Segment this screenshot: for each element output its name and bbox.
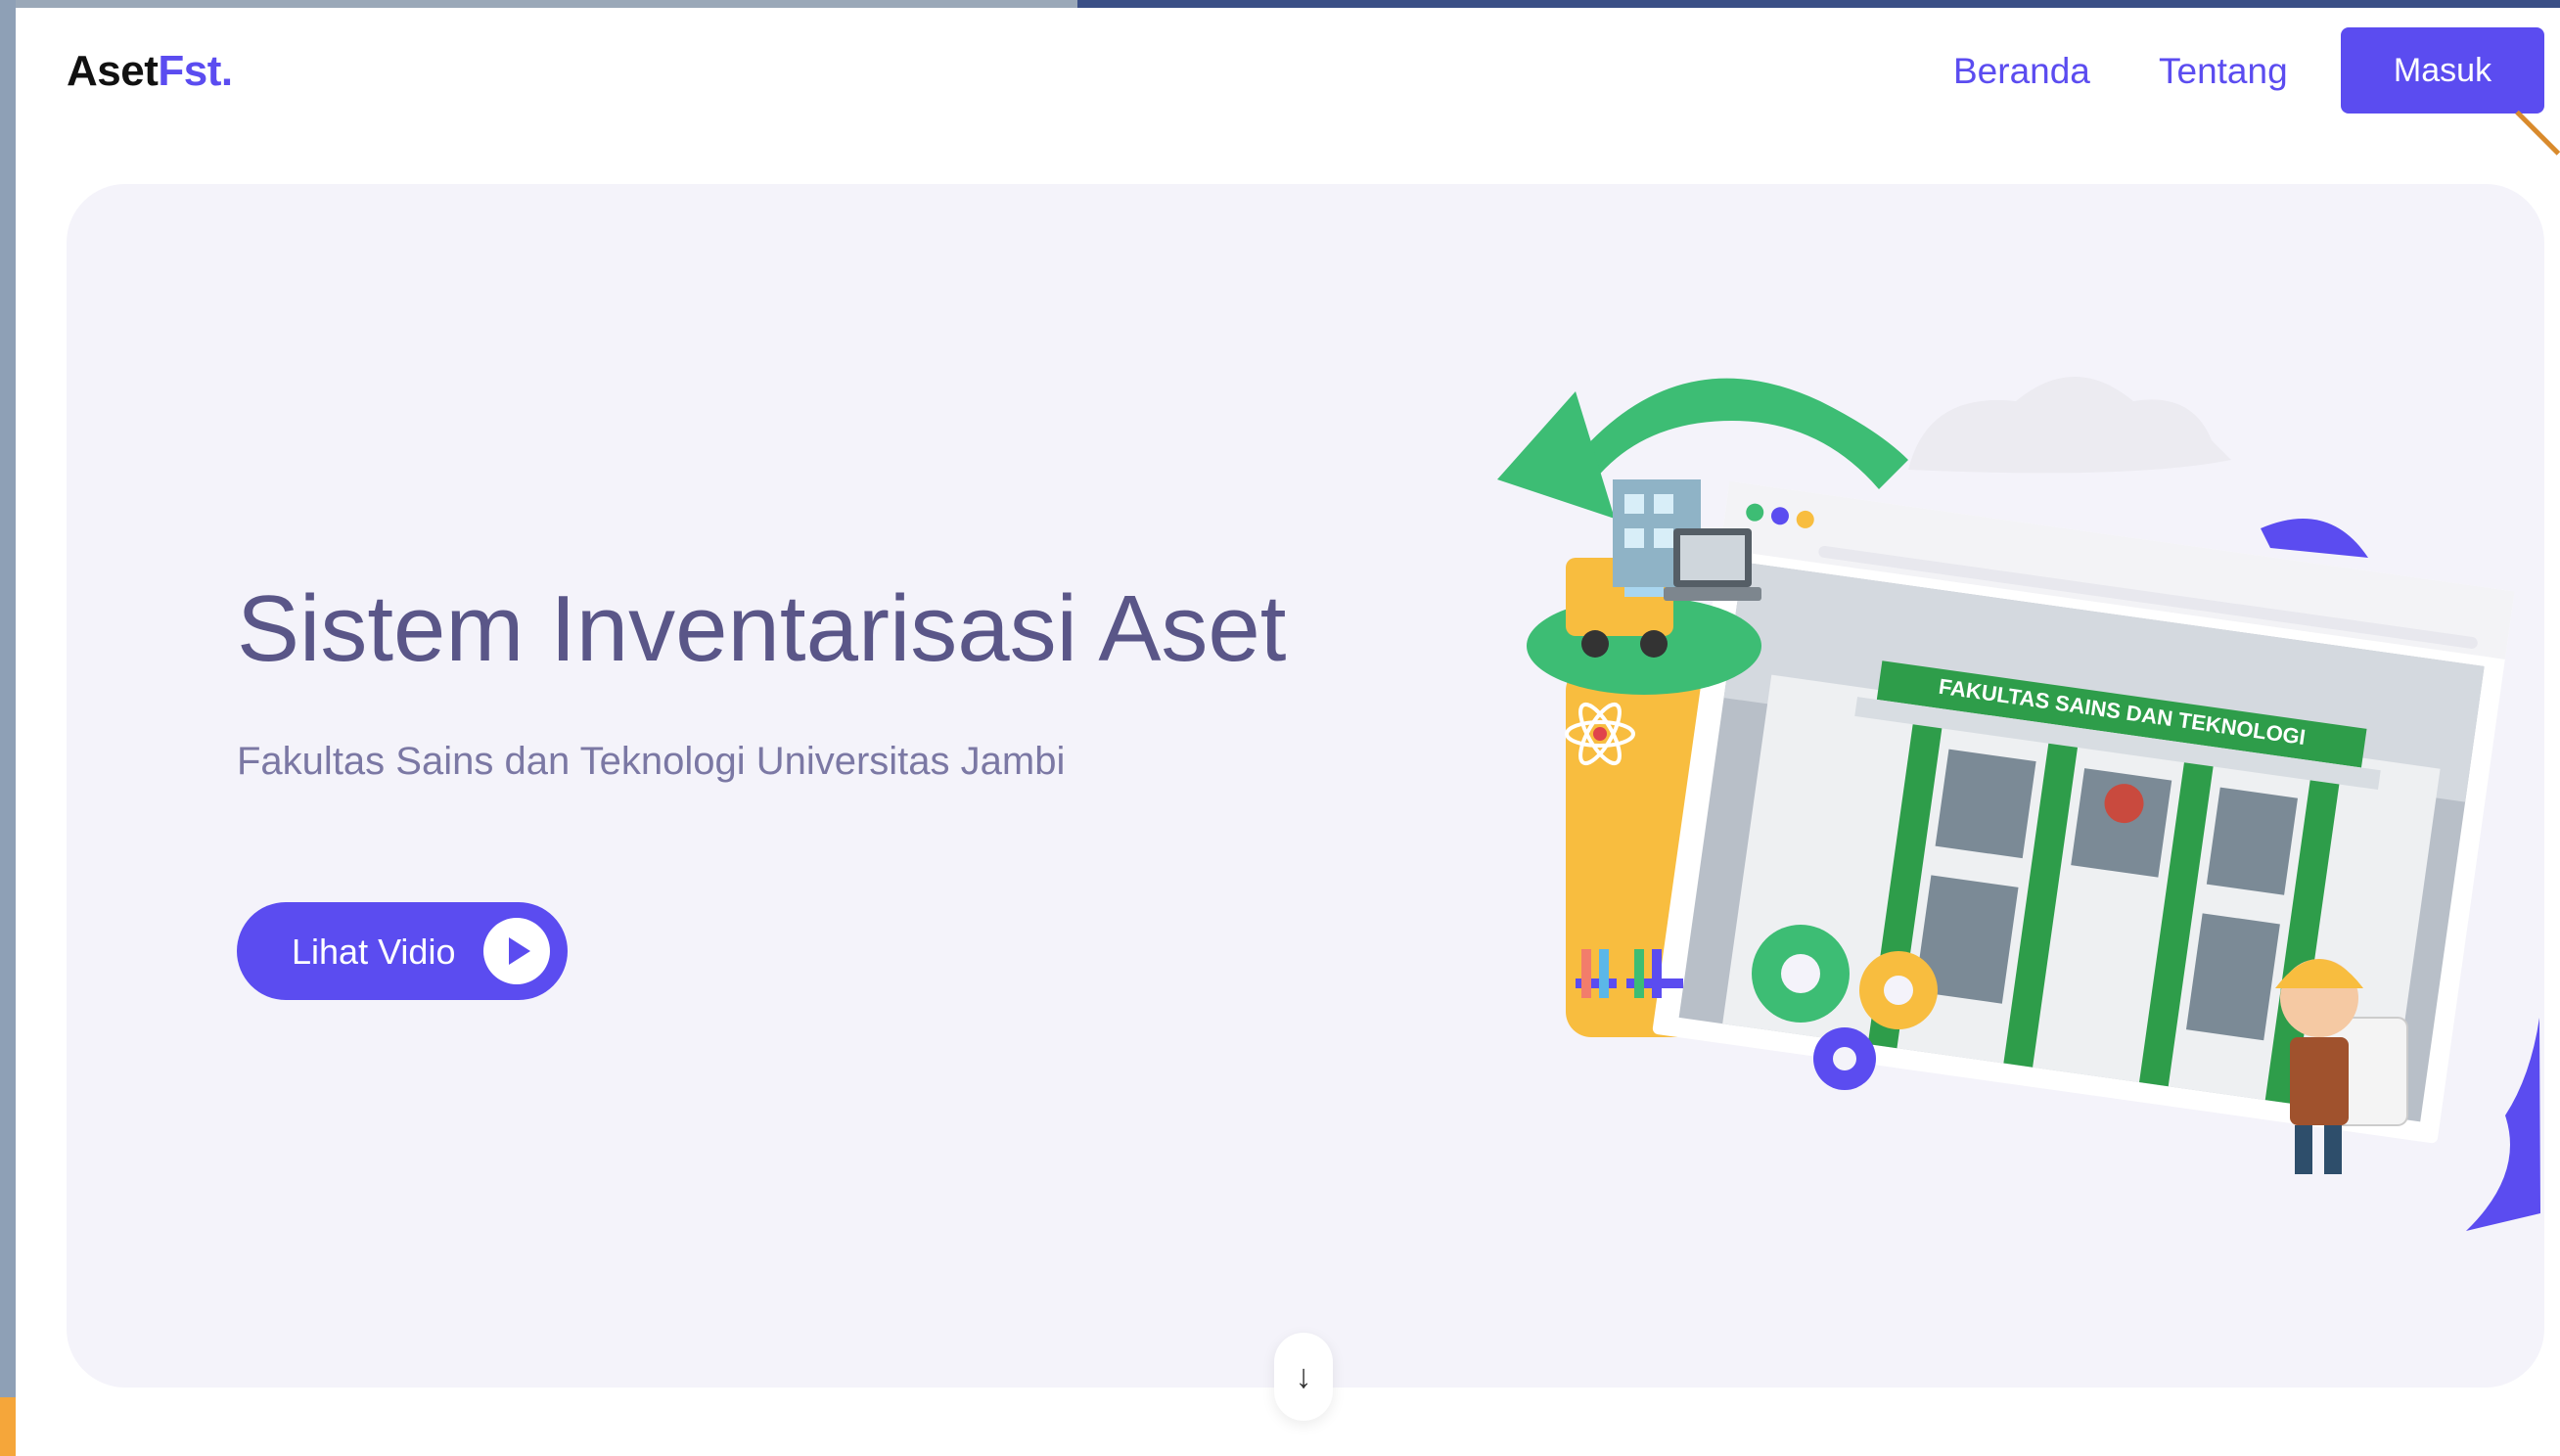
- window-frame-top: [16, 0, 1077, 8]
- window-frame-left: [0, 0, 16, 1456]
- hero-illustration: FAKULTAS SAINS DAN TEKNOLOGI: [1497, 377, 2540, 1231]
- hero-subtitle: Fakultas Sains dan Teknologi Universitas…: [237, 740, 1066, 783]
- brand-logo[interactable]: AsetFst.: [67, 47, 233, 96]
- window-frame-accent: [0, 1397, 16, 1456]
- purple-blob-top: [2261, 519, 2368, 558]
- laptop-icon: [1664, 528, 1761, 601]
- scroll-down-button[interactable]: ↓: [1274, 1333, 1333, 1421]
- cloud-shape: [1908, 377, 2231, 474]
- play-icon: [483, 918, 550, 984]
- watch-video-label: Lihat Vidio: [292, 932, 456, 972]
- nav-link-tentang[interactable]: Tentang: [2159, 51, 2288, 92]
- decorative-line: [2515, 110, 2560, 156]
- watch-video-button[interactable]: Lihat Vidio: [237, 902, 568, 1000]
- login-button[interactable]: Masuk: [2341, 27, 2544, 114]
- purple-blob-bottom: [2466, 1018, 2540, 1231]
- nav-link-beranda[interactable]: Beranda: [1953, 51, 2090, 92]
- window-frame-top-dark: [1077, 0, 2560, 8]
- brand-logo-part1: Aset: [67, 47, 159, 95]
- hero-title: Sistem Inventarisasi Aset: [237, 576, 1287, 681]
- brand-logo-part2: Fst.: [158, 47, 233, 95]
- arrow-down-icon: ↓: [1295, 1357, 1312, 1395]
- recycle-arrow-icon: [1497, 378, 1908, 519]
